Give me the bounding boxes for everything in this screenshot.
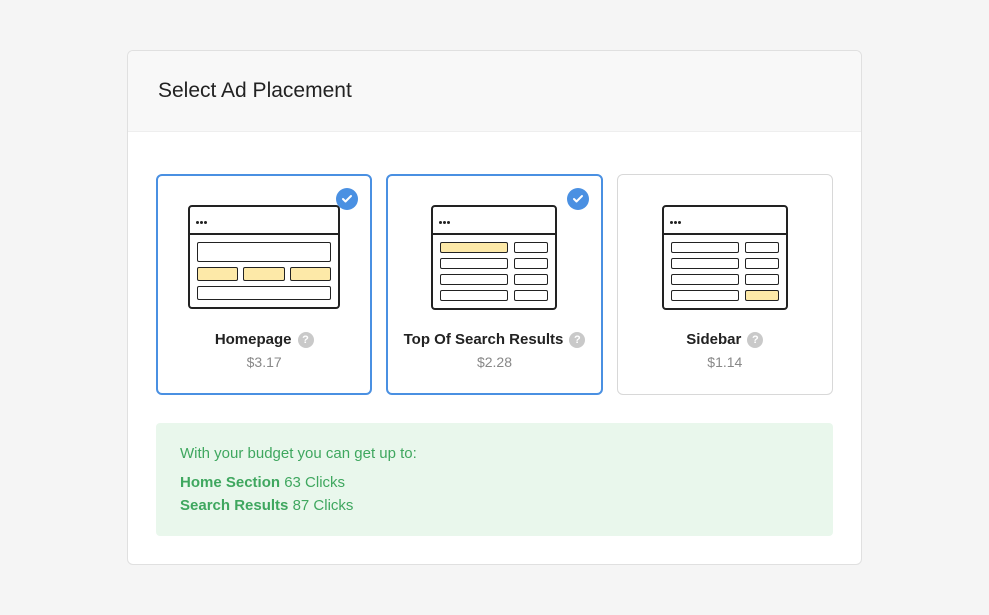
ad-placement-panel: Select Ad Placement xyxy=(127,50,862,565)
placement-card-sidebar[interactable]: Sidebar ? $1.14 xyxy=(617,174,833,395)
budget-summary: With your budget you can get up to: Home… xyxy=(156,423,833,536)
placement-price: $3.17 xyxy=(171,354,357,370)
help-icon[interactable]: ? xyxy=(569,332,585,348)
placement-cards: Homepage ? $3.17 xyxy=(156,174,833,395)
panel-body: Homepage ? $3.17 xyxy=(128,132,861,564)
placement-title: Top Of Search Results xyxy=(404,331,564,348)
search-results-illustration xyxy=(401,197,587,317)
placement-card-homepage[interactable]: Homepage ? $3.17 xyxy=(156,174,372,395)
budget-clicks-value: 63 Clicks xyxy=(284,474,345,491)
budget-line-home: Home Section 63 Clicks xyxy=(180,474,809,491)
placement-card-search-results[interactable]: Top Of Search Results ? $2.28 xyxy=(386,174,602,395)
sidebar-illustration xyxy=(632,197,818,317)
help-icon[interactable]: ? xyxy=(747,332,763,348)
budget-heading: With your budget you can get up to: xyxy=(180,445,809,462)
homepage-illustration xyxy=(171,197,357,317)
check-icon xyxy=(567,188,589,210)
placement-price: $1.14 xyxy=(632,354,818,370)
budget-line-search: Search Results 87 Clicks xyxy=(180,497,809,514)
placement-title: Sidebar xyxy=(686,331,741,348)
budget-section-label: Search Results xyxy=(180,497,288,514)
placement-title: Homepage xyxy=(215,331,292,348)
budget-section-label: Home Section xyxy=(180,474,280,491)
help-icon[interactable]: ? xyxy=(298,332,314,348)
budget-clicks-value: 87 Clicks xyxy=(293,497,354,514)
panel-title: Select Ad Placement xyxy=(158,79,831,103)
panel-header: Select Ad Placement xyxy=(128,51,861,132)
placement-price: $2.28 xyxy=(401,354,587,370)
